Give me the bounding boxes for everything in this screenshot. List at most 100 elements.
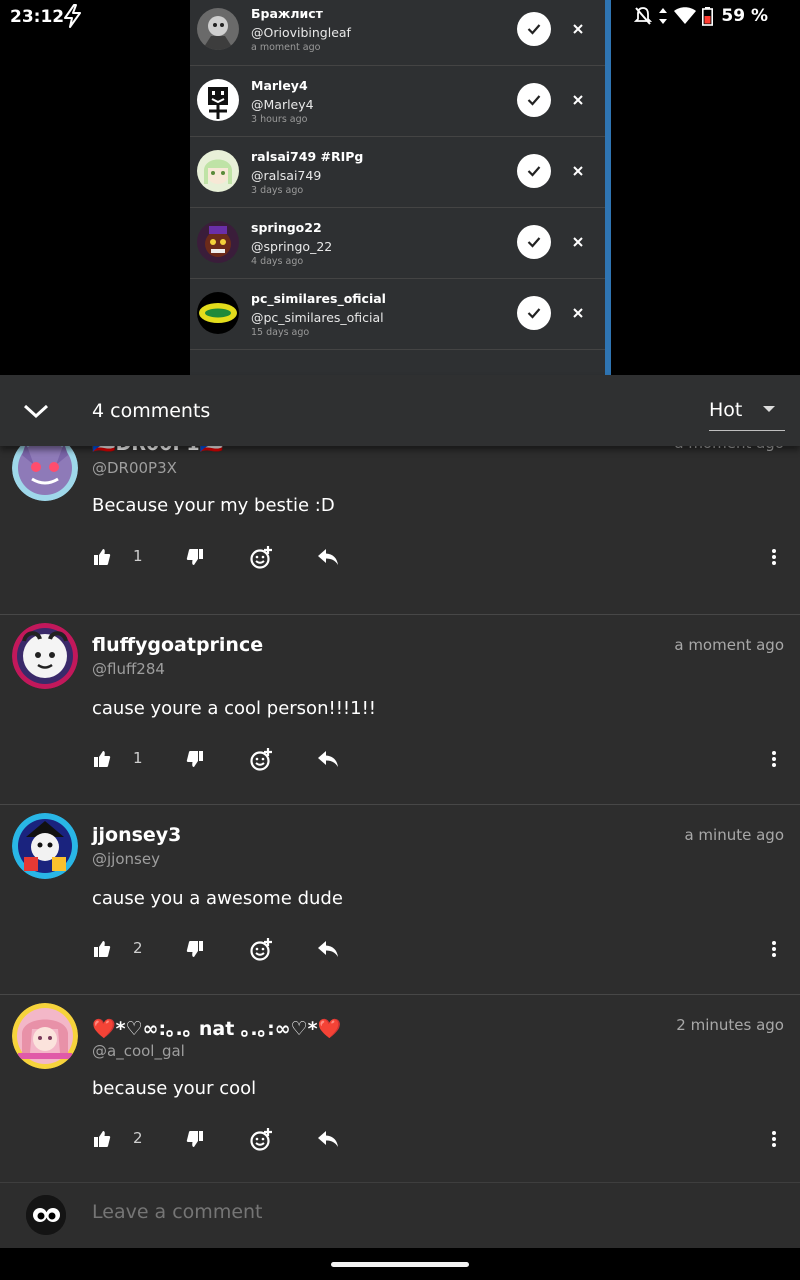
request-name: Бражлист: [251, 6, 323, 21]
avatar[interactable]: [197, 79, 239, 121]
more-options-button[interactable]: [760, 935, 788, 963]
avatar[interactable]: [197, 150, 239, 192]
notifications-off-icon: [634, 7, 653, 25]
status-time: 23:12: [10, 7, 65, 27]
comments-count: 4 comments: [92, 400, 211, 422]
thumbs-up-icon: [94, 549, 111, 565]
comment-compose-bar: [0, 1182, 800, 1250]
follow-request-row: Marley4 @Marley4 3 hours ago: [190, 66, 605, 137]
comment-actions: 1: [0, 543, 800, 573]
add-reaction-button[interactable]: [247, 745, 275, 773]
follow-request-row: ralsai749 #RIPg @ralsai749 3 days ago: [190, 137, 605, 208]
request-handle: @Oriovibingleaf: [251, 25, 351, 40]
request-time: 3 days ago: [251, 185, 304, 196]
thumbs-down-icon: [186, 751, 203, 767]
more-options-button[interactable]: [760, 543, 788, 571]
collapse-button[interactable]: [20, 397, 52, 425]
request-handle: @springo_22: [251, 239, 333, 254]
dislike-button[interactable]: [181, 745, 209, 773]
comment-author[interactable]: jjonsey3: [92, 824, 181, 846]
avatar[interactable]: [12, 623, 78, 689]
comment-text: Because your my bestie :D: [92, 495, 335, 516]
home-gesture-handle[interactable]: [331, 1262, 469, 1267]
follow-requests-panel: Бражлист @Oriovibingleaf a moment ago Ma…: [190, 0, 611, 375]
thumbs-up-icon: [94, 1131, 111, 1147]
request-name: ralsai749 #RIPg: [251, 149, 364, 164]
sort-dropdown[interactable]: Hot: [709, 391, 785, 431]
avatar[interactable]: [12, 1003, 78, 1069]
request-handle: @ralsai749: [251, 168, 322, 183]
add-reaction-icon: [250, 938, 272, 961]
comment-text: because your cool: [92, 1078, 257, 1099]
close-icon: [573, 237, 583, 247]
comment-time: a minute ago: [684, 826, 784, 844]
reply-icon: [318, 941, 338, 957]
avatar[interactable]: [197, 221, 239, 263]
add-reaction-button[interactable]: [247, 1125, 275, 1153]
comment-time: a moment ago: [674, 636, 784, 654]
comment-handle: @fluff284: [92, 660, 165, 678]
follow-request-row: pc_similares_oficial @pc_similares_ofici…: [190, 279, 605, 350]
dislike-button[interactable]: [181, 935, 209, 963]
add-reaction-icon: [250, 546, 272, 569]
like-button[interactable]: [88, 935, 116, 963]
chevron-down-icon: [23, 404, 49, 419]
comment-text: cause youre a cool person!!!1!!: [92, 698, 377, 719]
like-button[interactable]: [88, 1125, 116, 1153]
comment-actions: 1: [0, 745, 800, 775]
check-icon: [527, 237, 541, 248]
reject-button[interactable]: [568, 161, 588, 181]
check-icon: [527, 308, 541, 319]
comments-header: 4 comments Hot: [0, 375, 800, 446]
more-options-button[interactable]: [760, 1125, 788, 1153]
thumbs-up-icon: [94, 941, 111, 957]
add-reaction-button[interactable]: [247, 543, 275, 571]
avatar[interactable]: [197, 292, 239, 334]
reply-button[interactable]: [314, 745, 342, 773]
accept-button[interactable]: [517, 154, 551, 188]
close-icon: [573, 308, 583, 318]
comment-actions: 2: [0, 935, 800, 965]
reply-button[interactable]: [314, 1125, 342, 1153]
like-button[interactable]: [88, 745, 116, 773]
avatar[interactable]: [197, 8, 239, 50]
sort-value: Hot: [709, 399, 743, 421]
comment-list: 🇵🇷DR00P1🇵🇷 @DR00P3X a moment ago Because…: [0, 438, 800, 1180]
comment-item: fluffygoatprince @fluff284 a moment ago …: [0, 615, 800, 805]
accept-button[interactable]: [517, 225, 551, 259]
request-time: 15 days ago: [251, 327, 310, 338]
reject-button[interactable]: [568, 19, 588, 39]
accept-button[interactable]: [517, 83, 551, 117]
dislike-button[interactable]: [181, 543, 209, 571]
reject-button[interactable]: [568, 303, 588, 323]
comment-handle: @a_cool_gal: [92, 1042, 185, 1060]
request-handle: @pc_similares_oficial: [251, 310, 384, 325]
comment-input[interactable]: [92, 1201, 692, 1223]
comment-author[interactable]: ❤️*♡∞:｡.｡ nat ｡.｡:∞♡*❤️: [92, 1014, 341, 1041]
request-handle: @Marley4: [251, 97, 314, 112]
avatar[interactable]: [12, 438, 78, 501]
more-options-button[interactable]: [760, 745, 788, 773]
comment-author[interactable]: fluffygoatprince: [92, 634, 263, 656]
accept-button[interactable]: [517, 296, 551, 330]
avatar[interactable]: [12, 813, 78, 879]
check-icon: [527, 95, 541, 106]
follow-request-row: springo22 @springo_22 4 days ago: [190, 208, 605, 279]
battery-percent: 59 %: [721, 6, 768, 26]
close-icon: [573, 166, 583, 176]
comment-item: ❤️*♡∞:｡.｡ nat ｡.｡:∞♡*❤️ @a_cool_gal 2 mi…: [0, 995, 800, 1180]
current-user-avatar[interactable]: [26, 1195, 66, 1235]
accept-button[interactable]: [517, 12, 551, 46]
reply-icon: [318, 1131, 338, 1147]
close-icon: [573, 24, 583, 34]
dislike-button[interactable]: [181, 1125, 209, 1153]
like-button[interactable]: [88, 543, 116, 571]
data-transfer-icon: [659, 8, 668, 24]
reply-button[interactable]: [314, 543, 342, 571]
request-name: pc_similares_oficial: [251, 291, 386, 306]
reject-button[interactable]: [568, 90, 588, 110]
reject-button[interactable]: [568, 232, 588, 252]
add-reaction-button[interactable]: [247, 935, 275, 963]
comment-item: jjonsey3 @jjonsey a minute ago cause you…: [0, 805, 800, 995]
reply-button[interactable]: [314, 935, 342, 963]
